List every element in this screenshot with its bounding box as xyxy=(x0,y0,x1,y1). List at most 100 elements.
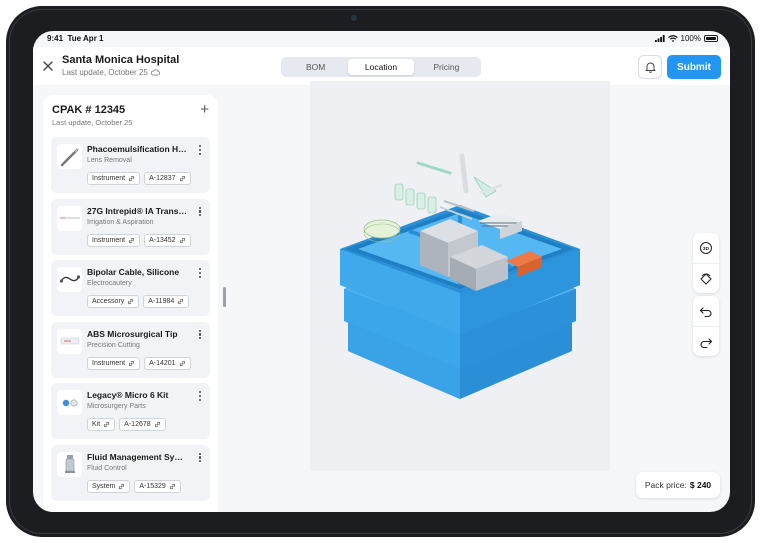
hospital-last-update: Last update, October 25 xyxy=(62,68,160,77)
more-options-icon[interactable] xyxy=(196,389,204,403)
pack-price-label: Pack price: xyxy=(644,480,687,490)
front-camera xyxy=(351,15,357,21)
app-screen: 9:41 Tue Apr 1 100% Santa Monica Hospita… xyxy=(33,31,730,512)
rotate-view-button[interactable] xyxy=(693,263,719,293)
fluid-system-icon xyxy=(57,451,82,477)
list-item[interactable]: Legacy® Micro 6 Kit Microsurgery Parts K… xyxy=(51,383,210,439)
item-name: Bipolar Cable, Silicone xyxy=(87,267,180,277)
item-tags: Instrument A-14201 xyxy=(87,356,191,370)
link-icon xyxy=(169,483,175,489)
status-date: Tue Apr 1 xyxy=(67,34,104,43)
item-type-label: Instrument xyxy=(92,359,126,367)
close-icon[interactable] xyxy=(41,59,55,73)
list-item[interactable]: Phacoemulsification Handpiece Lens Remov… xyxy=(51,137,210,193)
battery-percent: 100% xyxy=(680,34,701,43)
more-options-icon[interactable] xyxy=(196,205,204,219)
redo-icon xyxy=(700,337,713,348)
more-options-icon[interactable] xyxy=(196,328,204,342)
tab-bom[interactable]: BOM xyxy=(283,59,348,75)
3d-pack-viewer[interactable] xyxy=(310,81,610,471)
pack-price-value: $ 240 xyxy=(689,480,712,490)
item-tags: Instrument A-12837 xyxy=(87,172,191,185)
item-code-tag[interactable]: A-14201 xyxy=(144,356,191,370)
item-type-tag[interactable]: Instrument xyxy=(87,233,141,247)
item-category: Electrocautery xyxy=(87,280,132,287)
list-item[interactable]: Bipolar Cable, Silicone Electrocautery A… xyxy=(51,260,210,316)
view-3d-button[interactable]: 3D xyxy=(693,233,719,263)
rotate-icon xyxy=(700,272,712,285)
item-code-label: A-13452 xyxy=(149,236,176,244)
item-tags: Kit A-12678 xyxy=(87,418,166,431)
item-code-label: A-15329 xyxy=(139,482,166,490)
handpiece-icon xyxy=(57,144,82,169)
cable-icon xyxy=(57,267,82,292)
micro-tip-icon xyxy=(57,328,82,354)
link-icon xyxy=(128,237,135,243)
status-time: 9:41 xyxy=(47,34,64,43)
tab-location[interactable]: Location xyxy=(348,59,414,75)
battery-icon xyxy=(704,35,718,42)
item-tags: System A-15329 xyxy=(87,479,181,493)
status-indicators: 100% xyxy=(654,34,718,43)
item-code-label: A-12678 xyxy=(124,421,151,428)
hospital-update-text: Last update, October 25 xyxy=(62,68,148,77)
pack-title: CPAK # 12345 xyxy=(52,104,126,116)
surgical-tray-render xyxy=(340,153,580,399)
add-item-button[interactable]: + xyxy=(200,102,209,117)
view-tabs: BOM Location Pricing xyxy=(281,57,481,77)
item-name: Fluid Management System xyxy=(87,451,187,462)
item-category: Precision Cutting xyxy=(87,341,140,349)
item-code-tag[interactable]: A-12678 xyxy=(119,418,166,431)
item-list: Phacoemulsification Handpiece Lens Remov… xyxy=(51,137,210,506)
submit-button[interactable]: Submit xyxy=(667,55,721,79)
item-code-tag[interactable]: A-13452 xyxy=(144,233,191,247)
undo-button[interactable] xyxy=(693,296,719,326)
view-tools: 3D xyxy=(693,233,719,293)
link-icon xyxy=(154,421,160,428)
link-icon xyxy=(104,421,110,428)
item-type-tag[interactable]: Instrument xyxy=(87,172,141,185)
status-time-date: 9:41 Tue Apr 1 xyxy=(47,34,103,43)
signal-icon xyxy=(654,35,665,42)
item-name: 27G Intrepid® IA Transfer Tip xyxy=(87,205,187,216)
item-name: Legacy® Micro 6 Kit xyxy=(87,390,169,400)
pack-price-badge: Pack price: $ 240 xyxy=(636,472,720,498)
more-options-icon[interactable] xyxy=(196,143,204,157)
more-options-icon[interactable] xyxy=(196,266,204,280)
list-item[interactable]: 27G Intrepid® IA Transfer Tip Irrigation… xyxy=(51,198,210,255)
item-code-label: A-11984 xyxy=(148,298,175,305)
redo-button[interactable] xyxy=(693,326,719,356)
tab-pricing[interactable]: Pricing xyxy=(414,59,479,75)
link-icon xyxy=(128,298,134,305)
item-code-tag[interactable]: A-12837 xyxy=(144,172,191,185)
hospital-title: Santa Monica Hospital xyxy=(62,54,180,66)
item-type-tag[interactable]: System xyxy=(87,479,131,493)
item-type-label: Accessory xyxy=(92,298,125,305)
list-item[interactable]: ABS Microsurgical Tip Precision Cutting … xyxy=(51,321,210,378)
more-options-icon[interactable] xyxy=(196,451,204,465)
bell-icon xyxy=(645,62,655,73)
wifi-icon xyxy=(667,35,678,42)
item-category: Irrigation & Aspiration xyxy=(87,218,154,226)
item-type-label: System xyxy=(92,482,116,490)
pack-items-panel: CPAK # 12345 Last update, October 25 + P… xyxy=(43,95,218,512)
notifications-button[interactable] xyxy=(638,55,662,79)
panel-resize-handle[interactable] xyxy=(223,287,226,307)
item-type-tag[interactable]: Instrument xyxy=(87,356,141,370)
cloud-sync-icon xyxy=(150,69,160,76)
item-type-tag[interactable]: Accessory xyxy=(87,295,140,308)
item-type-label: Instrument xyxy=(92,175,126,182)
item-category: Microsurgery Parts xyxy=(87,403,146,410)
link-icon xyxy=(179,175,185,182)
item-type-tag[interactable]: Kit xyxy=(87,418,116,431)
link-icon xyxy=(179,360,185,366)
item-category: Fluid Control xyxy=(87,464,127,472)
item-code-label: A-12837 xyxy=(149,175,176,182)
list-item[interactable]: Fluid Management System Fluid Control Sy… xyxy=(51,444,210,501)
cube-3d-icon: 3D xyxy=(700,242,712,254)
item-code-tag[interactable]: A-11984 xyxy=(143,295,190,308)
item-code-label: A-14201 xyxy=(149,359,176,367)
pack-last-update: Last update, October 25 xyxy=(52,118,133,127)
item-name: ABS Microsurgical Tip xyxy=(87,328,178,339)
item-code-tag[interactable]: A-15329 xyxy=(134,479,181,493)
